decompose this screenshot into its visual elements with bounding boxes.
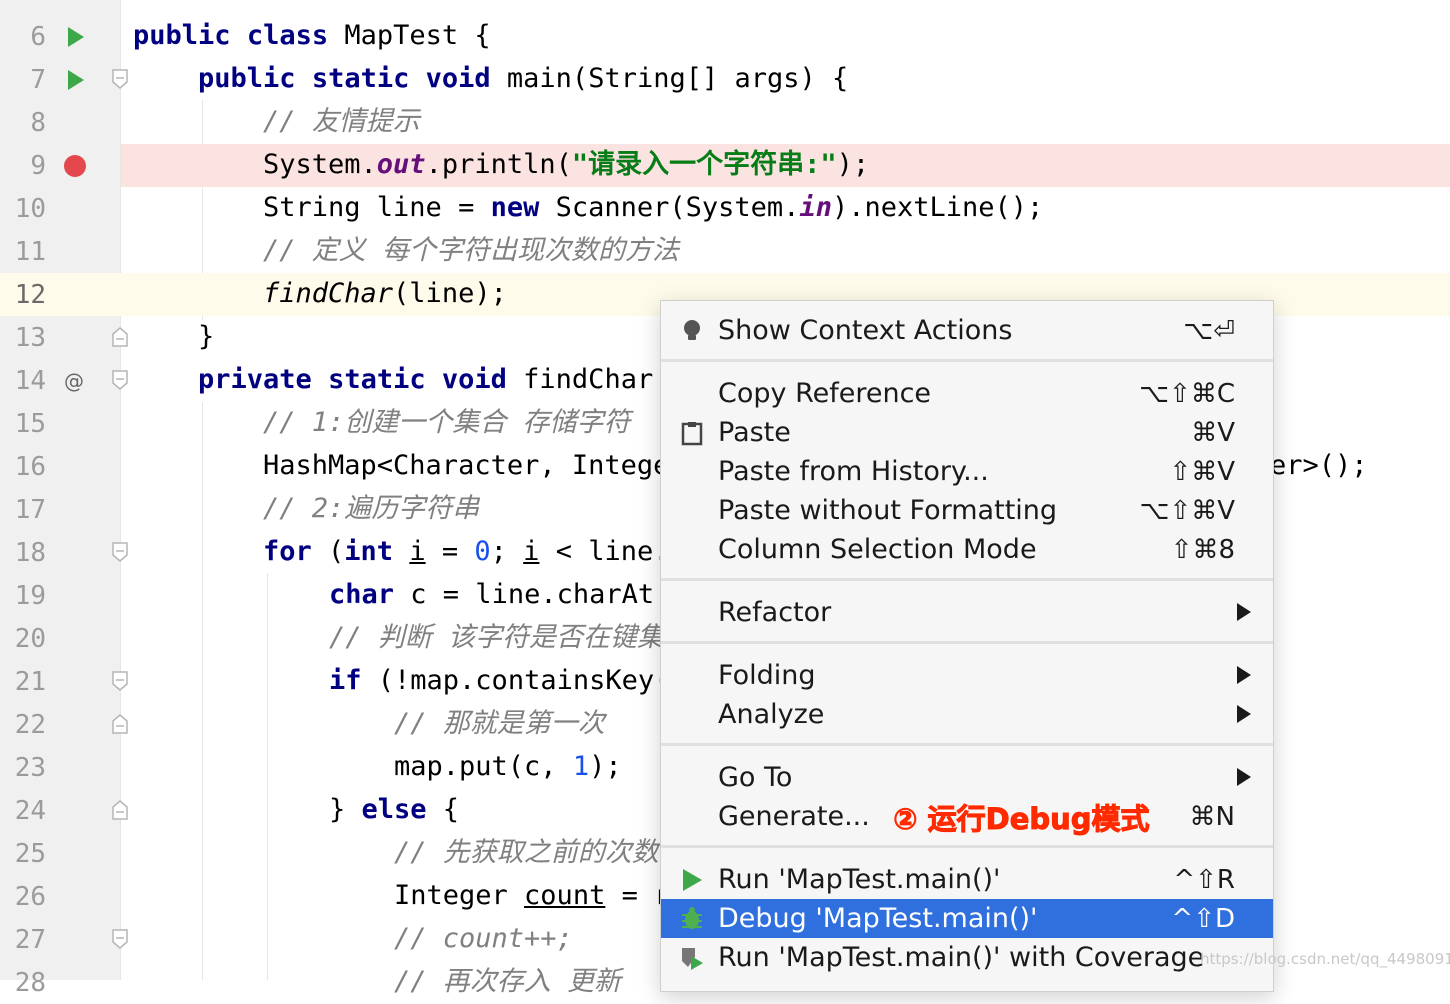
code-text: if (!map.containsKey( bbox=[329, 665, 671, 696]
code-comment: // 那就是第一次 bbox=[394, 708, 605, 739]
breakpoint-icon[interactable] bbox=[62, 153, 88, 179]
fold-icon[interactable] bbox=[110, 669, 130, 693]
code-line[interactable]: 6 public class MapTest { bbox=[0, 15, 1450, 58]
line-number: 14 bbox=[14, 366, 46, 396]
line-number: 18 bbox=[14, 538, 46, 568]
line-number: 20 bbox=[14, 624, 46, 654]
fold-icon[interactable] bbox=[110, 368, 130, 392]
menu-item-debug[interactable]: Debug 'MapTest.main()' ^⇧D bbox=[661, 899, 1273, 938]
fold-end-icon[interactable] bbox=[110, 798, 130, 822]
code-comment: // 判断 该字符是否在键集 bbox=[329, 622, 665, 653]
line-number: 17 bbox=[14, 495, 46, 525]
fold-icon[interactable] bbox=[110, 540, 130, 564]
line-number: 15 bbox=[14, 409, 46, 439]
code-comment: // 1:创建一个集合 存储字符 bbox=[263, 407, 631, 438]
menu-item-go-to[interactable]: Go To bbox=[661, 758, 1273, 797]
menu-item-copy-reference[interactable]: Copy Reference ⌥⇧⌘C bbox=[661, 374, 1273, 413]
clipboard-icon bbox=[681, 422, 703, 446]
line-number: 22 bbox=[14, 710, 46, 740]
code-comment: // 再次存入 更新 bbox=[394, 966, 622, 997]
menu-item-run[interactable]: Run 'MapTest.main()' ^⇧R bbox=[661, 860, 1273, 899]
code-text: Integer count = r bbox=[394, 880, 671, 911]
code-text: public class MapTest { bbox=[133, 20, 491, 51]
menu-item-folding[interactable]: Folding bbox=[661, 656, 1273, 695]
code-comment: // 2:遍历字符串 bbox=[263, 493, 480, 524]
line-number: 9 bbox=[30, 151, 46, 181]
code-comment: // 友情提示 bbox=[263, 106, 420, 137]
at-sign-icon[interactable]: @ bbox=[62, 368, 88, 394]
line-number: 28 bbox=[14, 968, 46, 998]
menu-item-paste-from-history[interactable]: Paste from History... ⇧⌘V bbox=[661, 452, 1273, 491]
line-number: 10 bbox=[14, 194, 46, 224]
line-number: 7 bbox=[30, 65, 46, 95]
watermark: https://blog.csdn.net/qq_44980917 bbox=[1200, 950, 1450, 968]
menu-item-show-context-actions[interactable]: Show Context Actions ⌥⏎ bbox=[661, 311, 1273, 350]
line-number: 16 bbox=[14, 452, 46, 482]
fold-icon[interactable] bbox=[110, 67, 130, 91]
line-number: 25 bbox=[14, 839, 46, 869]
menu-item-run-with-coverage[interactable]: Run 'MapTest.main()' with Coverage bbox=[661, 938, 1273, 977]
coverage-icon bbox=[682, 948, 703, 970]
code-text: public static void main(String[] args) { bbox=[198, 63, 849, 94]
code-line-breakpoint[interactable]: 9 System.out.println("请录入一个字符串:"); bbox=[0, 144, 1450, 187]
code-text: String line = new Scanner(System.in).nex… bbox=[263, 192, 1044, 223]
code-line[interactable]: 11 // 定义 每个字符出现次数的方法 bbox=[0, 230, 1450, 273]
line-number: 26 bbox=[14, 882, 46, 912]
annotation-label: ② 运行Debug模式 bbox=[893, 802, 1151, 837]
line-number: 12 bbox=[14, 280, 46, 310]
fold-end-icon[interactable] bbox=[110, 712, 130, 736]
submenu-arrow-icon bbox=[1237, 705, 1251, 723]
line-number: 8 bbox=[30, 108, 46, 138]
code-line[interactable]: 8 // 友情提示 bbox=[0, 101, 1450, 144]
run-icon bbox=[683, 869, 702, 891]
submenu-arrow-icon bbox=[1237, 603, 1251, 621]
code-text: } else { bbox=[329, 794, 460, 825]
code-text: } bbox=[198, 321, 215, 352]
submenu-arrow-icon bbox=[1237, 666, 1251, 684]
code-comment: // count++; bbox=[394, 923, 573, 954]
code-text-tail: er>(); bbox=[1270, 450, 1368, 481]
code-text: private static void findChar bbox=[198, 364, 654, 395]
code-text: findChar(line); bbox=[263, 278, 507, 309]
code-line[interactable]: 7 public static void main(String[] args)… bbox=[0, 58, 1450, 101]
svg-text:@: @ bbox=[64, 369, 84, 393]
menu-separator bbox=[661, 359, 1273, 362]
menu-separator bbox=[661, 641, 1273, 644]
debug-icon bbox=[682, 907, 702, 929]
menu-separator bbox=[661, 743, 1273, 746]
line-number: 11 bbox=[14, 237, 46, 267]
code-text: System.out.println("请录入一个字符串:"); bbox=[263, 149, 870, 180]
menu-item-refactor[interactable]: Refactor bbox=[661, 593, 1273, 632]
fold-end-icon[interactable] bbox=[110, 325, 130, 349]
line-number: 27 bbox=[14, 925, 46, 955]
editor-context-menu[interactable]: Show Context Actions ⌥⏎ Copy Reference ⌥… bbox=[660, 300, 1274, 992]
code-text: HashMap<Character, Intege bbox=[263, 450, 670, 481]
code-comment: // 先获取之前的次数 bbox=[394, 837, 659, 868]
menu-separator bbox=[661, 845, 1273, 848]
code-comment: // 定义 每个字符出现次数的方法 bbox=[263, 235, 680, 266]
line-number: 23 bbox=[14, 753, 46, 783]
line-number: 21 bbox=[14, 667, 46, 697]
fold-icon[interactable] bbox=[110, 927, 130, 951]
line-number: 24 bbox=[14, 796, 46, 826]
lightbulb-icon bbox=[684, 320, 700, 340]
menu-item-paste[interactable]: Paste ⌘V bbox=[661, 413, 1273, 452]
menu-item-paste-without-formatting[interactable]: Paste without Formatting ⌥⇧⌘V bbox=[661, 491, 1273, 530]
code-text: char c = line.charAt bbox=[329, 579, 655, 610]
menu-item-analyze[interactable]: Analyze bbox=[661, 695, 1273, 734]
submenu-arrow-icon bbox=[1237, 768, 1251, 786]
line-number: 13 bbox=[14, 323, 46, 353]
menu-item-column-selection-mode[interactable]: Column Selection Mode ⇧⌘8 bbox=[661, 530, 1273, 569]
code-text: map.put(c, 1); bbox=[394, 751, 622, 782]
line-number: 19 bbox=[14, 581, 46, 611]
menu-separator bbox=[661, 578, 1273, 581]
run-gutter-icon[interactable] bbox=[62, 24, 88, 50]
run-gutter-icon[interactable] bbox=[62, 67, 88, 93]
code-line[interactable]: 10 String line = new Scanner(System.in).… bbox=[0, 187, 1450, 230]
line-number: 6 bbox=[30, 22, 46, 52]
code-text: for (int i = 0; i < line. bbox=[263, 536, 670, 567]
